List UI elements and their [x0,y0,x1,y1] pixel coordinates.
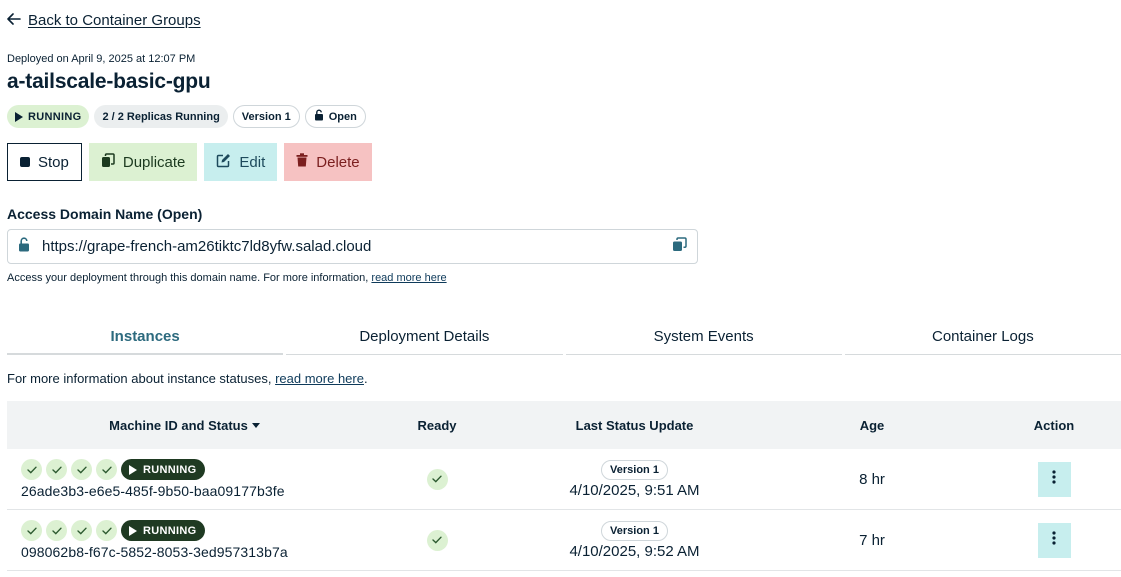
age-cell: 7 hr [757,532,987,549]
access-badge-label: Open [328,110,357,123]
status-badge: RUNNING [7,105,90,128]
row-menu-button[interactable] [1037,522,1071,558]
access-domain-url[interactable]: https://grape-french-am26tiktc7ld8yfw.sa… [42,238,672,255]
instances-table: Machine ID and Status Ready Last Status … [7,401,1121,571]
status-badge-label: RUNNING [28,110,82,123]
copy-icon [101,152,115,172]
version-badge: Version 1 [232,105,300,128]
running-status-label: RUNNING [143,463,197,476]
check-icon [46,520,67,541]
arrow-left-icon [7,12,21,29]
stop-button[interactable]: Stop [7,143,82,181]
play-icon [129,464,137,475]
last-update-time: 4/10/2025, 9:51 AM [569,481,700,499]
stop-button-label: Stop [38,153,69,171]
running-status-pill: RUNNING [121,520,206,541]
ready-cell [362,468,512,490]
column-age: Age [859,417,885,433]
tab-system-events[interactable]: System Events [565,319,842,355]
access-domain-read-more-link[interactable]: read more here [371,272,446,284]
page-title: a-tailscale-basic-gpu [7,70,211,93]
sort-caret-icon [251,423,260,428]
last-update-time: 4/10/2025, 9:52 AM [569,542,700,560]
version-badge: Version 1 [601,520,668,541]
unlock-icon [18,236,30,257]
column-ready: Ready [417,417,457,433]
play-icon [15,111,23,122]
check-icon [71,459,92,480]
check-icon [21,459,42,480]
action-cell [987,461,1121,497]
access-domain-field[interactable]: https://grape-french-am26tiktc7ld8yfw.sa… [7,229,698,264]
machine-id: 26ade3b3-e6e5-485f-9b50-baa09177b3fe [21,483,285,499]
tab-container-logs[interactable]: Container Logs [844,319,1121,355]
duplicate-button[interactable]: Duplicate [88,143,198,181]
column-last-status-update: Last Status Update [575,417,694,433]
tab-instances[interactable]: Instances [7,319,284,355]
access-domain-label: Access Domain Name (Open) [7,206,203,222]
age-value: 8 hr [859,470,885,488]
check-icon [96,459,117,480]
copy-url-icon[interactable] [672,236,687,257]
instances-help-end: . [363,371,368,386]
action-cell [987,522,1121,558]
version-badge: Version 1 [601,459,668,480]
instances-read-more-link[interactable]: read more here [275,371,364,386]
check-icon [21,520,42,541]
running-status-label: RUNNING [143,524,197,537]
tab-bar: Instances Deployment Details System Even… [7,319,1121,355]
edit-button[interactable]: Edit [204,143,278,181]
back-link[interactable]: Back to Container Groups [7,12,201,29]
access-domain-help-text: Access your deployment through this doma… [7,272,372,284]
edit-button-label: Edit [239,153,266,171]
more-vertical-icon [1052,469,1056,489]
ready-check-icon [426,468,448,490]
table-header: Machine ID and Status Ready Last Status … [7,401,1121,449]
status-checks: RUNNING [21,459,362,480]
machine-id: 098062b8-f67c-5852-8053-3ed957313b7a [21,544,288,560]
machine-cell: RUNNING 098062b8-f67c-5852-8053-3ed95731… [7,520,362,560]
column-machine-label: Machine ID and Status [109,417,248,433]
delete-button[interactable]: Delete [284,143,372,181]
delete-button-label: Delete [316,153,360,171]
status-checks: RUNNING [21,520,362,541]
replicas-badge: 2 / 2 Replicas Running [94,105,228,128]
check-icon [96,520,117,541]
lock-icon [314,109,324,124]
tab-deployment-details[interactable]: Deployment Details [286,319,563,355]
table-row: RUNNING 098062b8-f67c-5852-8053-3ed95731… [7,510,1121,571]
ready-cell [362,529,512,551]
last-update-cell: Version 1 4/10/2025, 9:52 AM [512,520,757,560]
ready-check-icon [426,529,448,551]
column-action: Action [1033,417,1075,433]
access-badge: Open [304,105,366,128]
back-link-label: Back to Container Groups [28,12,201,29]
instances-help: For more information about instance stat… [7,371,368,386]
column-machine-id-status[interactable]: Machine ID and Status [7,418,362,433]
instances-help-text: For more information about instance stat… [7,371,276,386]
play-icon [129,525,137,536]
machine-cell: RUNNING 26ade3b3-e6e5-485f-9b50-baa09177… [7,459,362,499]
row-menu-button[interactable] [1037,461,1071,497]
edit-icon [216,153,231,172]
stop-icon [20,157,30,167]
running-status-pill: RUNNING [121,459,206,480]
table-row: RUNNING 26ade3b3-e6e5-485f-9b50-baa09177… [7,449,1121,510]
deployed-date: Deployed on April 9, 2025 at 12:07 PM [7,53,196,65]
access-domain-help: Access your deployment through this doma… [7,272,447,284]
trash-icon [296,153,308,171]
age-value: 7 hr [859,531,885,549]
duplicate-button-label: Duplicate [122,153,186,171]
more-vertical-icon [1052,530,1056,550]
check-icon [71,520,92,541]
check-icon [46,459,67,480]
action-buttons: Stop Duplicate Edit Delete [7,143,372,181]
last-update-cell: Version 1 4/10/2025, 9:51 AM [512,459,757,499]
age-cell: 8 hr [757,471,987,488]
status-badges: RUNNING 2 / 2 Replicas Running Version 1… [7,105,366,128]
